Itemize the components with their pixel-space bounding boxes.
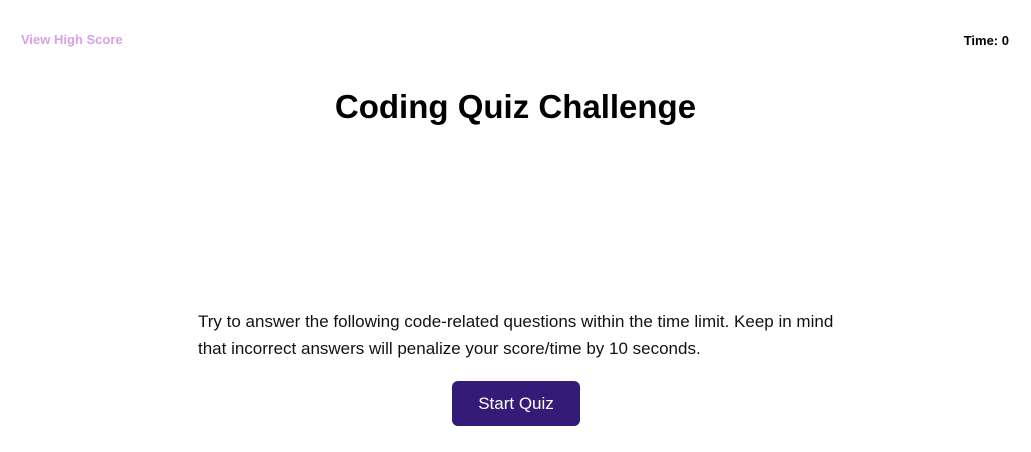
timer: Time: 0	[964, 33, 1009, 48]
quiz-page: View High Score Time: 0 Coding Quiz Chal…	[0, 0, 1031, 452]
start-quiz-button[interactable]: Start Quiz	[452, 381, 580, 426]
view-high-score-link[interactable]: View High Score	[21, 32, 123, 47]
quiz-instructions: Try to answer the following code-related…	[198, 312, 834, 358]
timer-label: Time:	[963, 33, 1002, 48]
page-title: Coding Quiz Challenge	[334, 88, 697, 125]
timer-value: 0	[1001, 33, 1009, 48]
